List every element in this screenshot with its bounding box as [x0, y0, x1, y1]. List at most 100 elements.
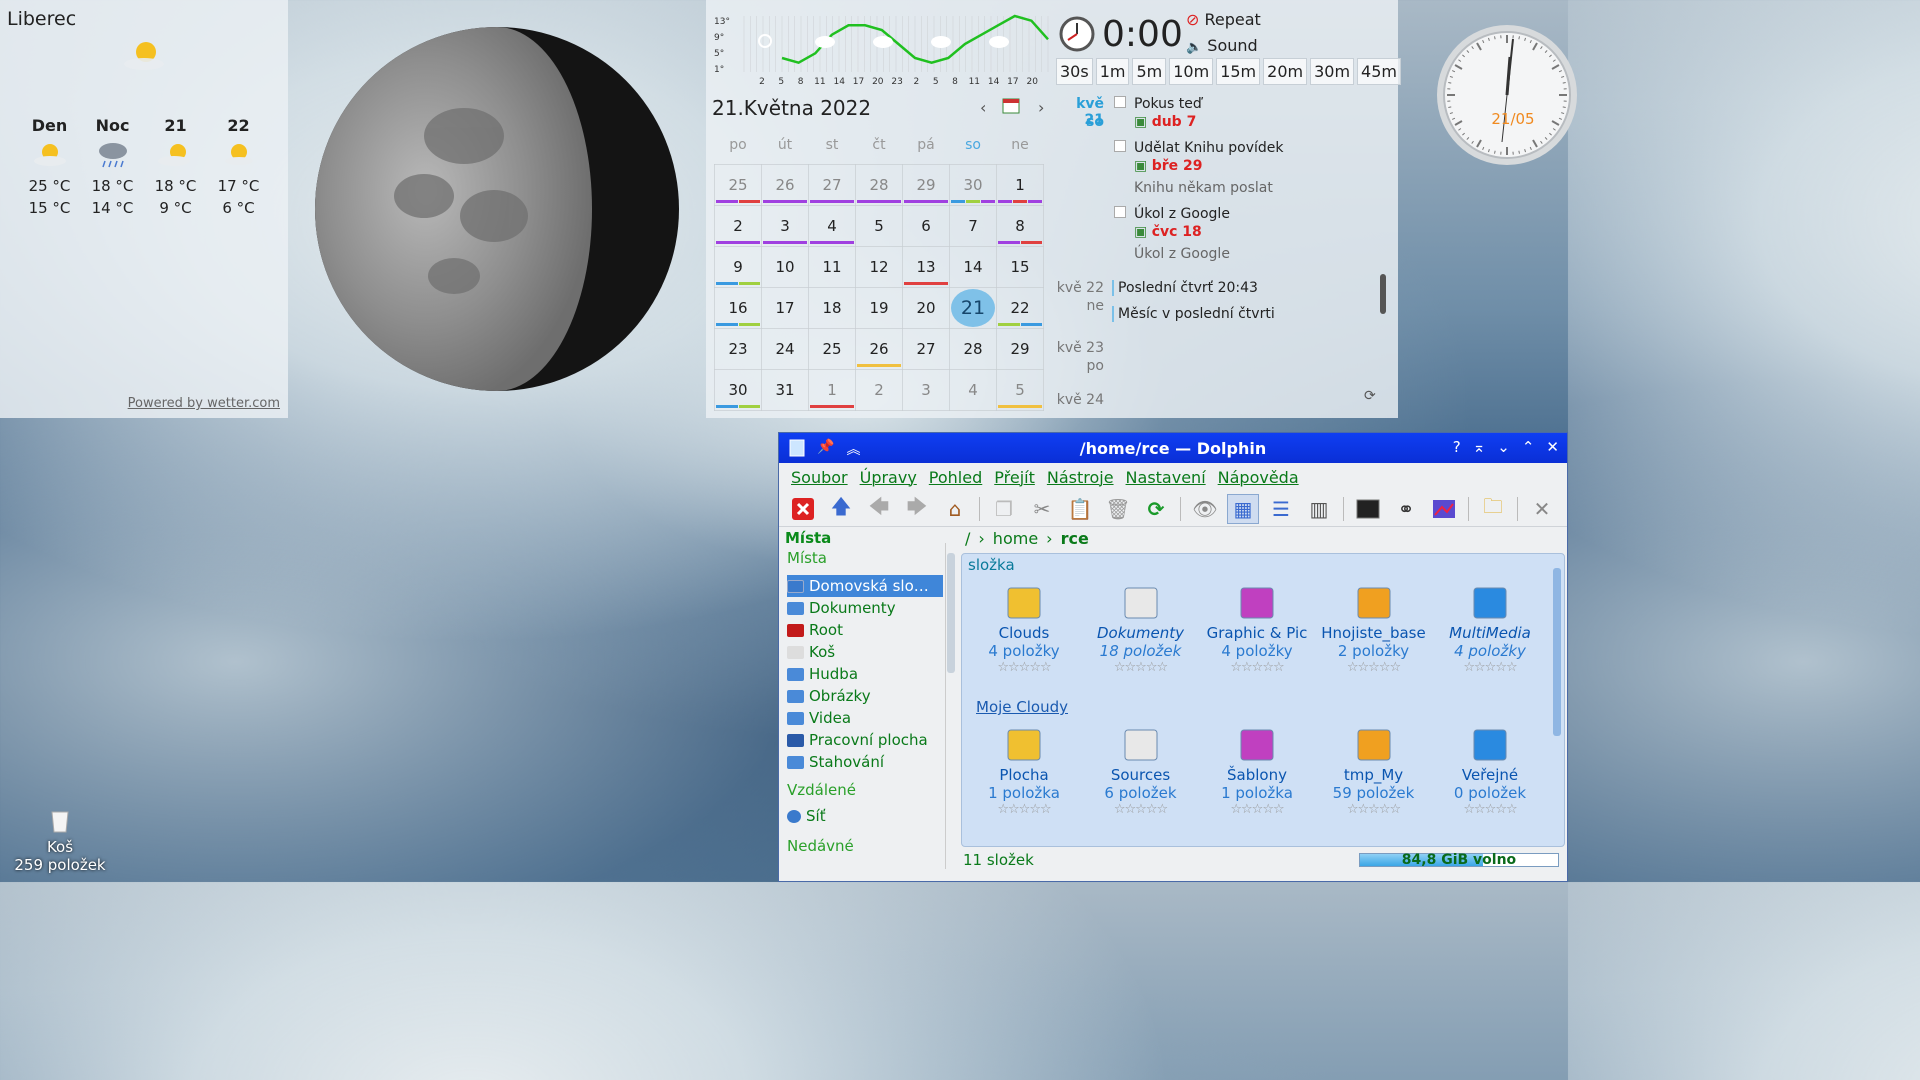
calendar-day[interactable]: 14 [949, 245, 997, 288]
folder-item[interactable]: Plocha 1 položka ☆☆☆☆☆ [966, 720, 1082, 817]
place-network[interactable]: Síť [787, 805, 943, 827]
place-downloads[interactable]: Stahování [787, 751, 943, 773]
folder-item[interactable]: Clouds 4 položky ☆☆☆☆☆ [966, 578, 1082, 675]
calendar-day[interactable]: 27 [902, 327, 950, 370]
calendar-day[interactable]: 25 [808, 327, 856, 370]
calendar-day[interactable]: 1 [996, 163, 1044, 206]
place-trash[interactable]: Koš [787, 641, 943, 663]
calendar-title[interactable]: 21.Května 2022 [712, 96, 871, 120]
icons-view-icon[interactable]: ▦ [1227, 493, 1259, 524]
forward-arrow-icon[interactable]: 🡆 [901, 494, 933, 524]
calendar-day[interactable]: 22 [996, 286, 1044, 329]
desktop-trash[interactable]: Koš 259 položek [8, 808, 112, 874]
place-pictures[interactable]: Obrázky [787, 685, 943, 707]
rating-stars[interactable]: ☆☆☆☆☆ [1316, 660, 1432, 675]
calendar-day[interactable]: 5 [855, 204, 903, 247]
task-item[interactable] [1114, 96, 1126, 112]
close-icon[interactable]: ✕ [1546, 438, 1559, 456]
task-item[interactable] [1114, 140, 1126, 156]
place-documents[interactable]: Dokumenty [787, 597, 943, 619]
agenda-event[interactable]: Poslední čtvrť 20:43 [1112, 280, 1258, 296]
copy-icon[interactable]: ❐ [988, 494, 1020, 524]
preset-button[interactable]: 1m [1095, 58, 1130, 85]
new-folder-icon[interactable]: 🗀 [1477, 494, 1509, 524]
calendar-day[interactable]: 7 [949, 204, 997, 247]
folder-item[interactable]: Graphic & Pic 4 položky ☆☆☆☆☆ [1199, 578, 1315, 675]
calendar-day[interactable]: 16 [714, 286, 762, 329]
calendar-day[interactable]: 26 [761, 163, 809, 206]
minimize-icon[interactable]: ⌄ [1497, 438, 1510, 456]
agenda-event[interactable]: Měsíc v poslední čtvrti [1112, 306, 1275, 322]
preset-button[interactable]: 30s [1056, 58, 1093, 85]
calendar-day[interactable]: 24 [761, 327, 809, 370]
rating-stars[interactable]: ☆☆☆☆☆ [966, 802, 1082, 817]
calendar-day[interactable]: 17 [761, 286, 809, 329]
breadcrumb-root[interactable]: / [965, 529, 970, 548]
back-arrow-icon[interactable]: 🡄 [863, 494, 895, 524]
breadcrumb-home[interactable]: home [993, 529, 1038, 548]
folder-item[interactable]: MultiMedia 4 položky ☆☆☆☆☆ [1432, 578, 1548, 675]
folder-item[interactable]: tmp_My 59 položek ☆☆☆☆☆ [1316, 720, 1432, 817]
task-item[interactable] [1114, 206, 1126, 222]
calendar-day[interactable]: 30 [714, 368, 762, 411]
calendar-day[interactable]: 5 [996, 368, 1044, 411]
image-viewer-icon[interactable] [1428, 494, 1460, 524]
rating-stars[interactable]: ☆☆☆☆☆ [1432, 802, 1548, 817]
menu-soubor[interactable]: Soubor [791, 468, 848, 487]
place-music[interactable]: Hudba [787, 663, 943, 685]
rating-stars[interactable]: ☆☆☆☆☆ [1199, 660, 1315, 675]
menu-nastaveni[interactable]: Nastavení [1126, 468, 1206, 487]
calendar-day[interactable]: 11 [808, 245, 856, 288]
calendar-day[interactable]: 8 [996, 204, 1044, 247]
calendar-day[interactable]: 6 [902, 204, 950, 247]
delete-icon[interactable]: ✕ [1526, 494, 1558, 524]
calendar-day[interactable]: 29 [996, 327, 1044, 370]
shade-icon[interactable]: ⌅ [1473, 438, 1486, 456]
folder-item[interactable]: Dokumenty 18 položek ☆☆☆☆☆ [1083, 578, 1199, 675]
breadcrumb-current[interactable]: rce [1061, 529, 1089, 548]
next-month-button[interactable]: › [1038, 98, 1044, 117]
preset-button[interactable]: 45m [1357, 58, 1401, 85]
close-tab-icon[interactable] [787, 494, 819, 524]
calendar-day[interactable]: 28 [855, 163, 903, 206]
menu-napoveda[interactable]: Nápověda [1218, 468, 1299, 487]
preset-button[interactable]: 5m [1132, 58, 1167, 85]
group-header[interactable]: Moje Cloudy [976, 698, 1068, 716]
find-binoculars-icon[interactable]: ⚭ [1390, 494, 1422, 524]
calendar-day[interactable]: 23 [714, 327, 762, 370]
calendar-day[interactable]: 15 [996, 245, 1044, 288]
paste-icon[interactable]: 📋 [1064, 494, 1096, 524]
split-view-icon[interactable]: ▥ [1303, 494, 1335, 524]
window-titlebar[interactable]: 📌 ︽ /home/rce — Dolphin ? ⌅ ⌄ ⌃ ✕ [779, 433, 1567, 463]
rating-stars[interactable]: ☆☆☆☆☆ [966, 660, 1082, 675]
trash-icon[interactable]: 🗑 [1102, 494, 1134, 524]
rating-stars[interactable]: ☆☆☆☆☆ [1083, 660, 1199, 675]
preset-button[interactable]: 10m [1169, 58, 1214, 85]
calendar-day[interactable]: 13 [902, 245, 950, 288]
sound-option[interactable]: 🔈 Sound [1186, 36, 1258, 55]
cut-icon[interactable]: ✂ [1026, 494, 1058, 524]
menu-prejit[interactable]: Přejít [994, 468, 1035, 487]
calendar-day[interactable]: 31 [761, 368, 809, 411]
folder-item[interactable]: Hnojiste_base 2 položky ☆☆☆☆☆ [1316, 578, 1432, 675]
file-view-scrollbar[interactable] [1552, 556, 1562, 844]
maximize-icon[interactable]: ⌃ [1522, 438, 1535, 456]
calendar-day[interactable]: 3 [761, 204, 809, 247]
rating-stars[interactable]: ☆☆☆☆☆ [1083, 802, 1199, 817]
calendar-day[interactable]: 2 [855, 368, 903, 411]
help-icon[interactable]: ? [1453, 438, 1461, 456]
preset-button[interactable]: 15m [1216, 58, 1261, 85]
free-space-bar[interactable]: 84,8 GiB volno [1359, 852, 1559, 868]
preview-eye-icon[interactable]: 👁 [1189, 494, 1221, 524]
powered-by-link[interactable]: Powered by wetter.com [128, 396, 280, 411]
calendar-day[interactable]: 19 [855, 286, 903, 329]
calendar-day[interactable]: 30 [949, 163, 997, 206]
place-desktop[interactable]: Pracovní plocha [787, 729, 943, 751]
calendar-day[interactable]: 18 [808, 286, 856, 329]
preset-button[interactable]: 20m [1263, 58, 1308, 85]
calendar-day[interactable]: 21 [949, 286, 997, 329]
folder-item[interactable]: Veřejné 0 položek ☆☆☆☆☆ [1432, 720, 1548, 817]
place-home[interactable]: Domovská slo… [787, 575, 943, 597]
calendar-day[interactable]: 4 [808, 204, 856, 247]
up-arrow-icon[interactable]: 🡅 [825, 494, 857, 524]
